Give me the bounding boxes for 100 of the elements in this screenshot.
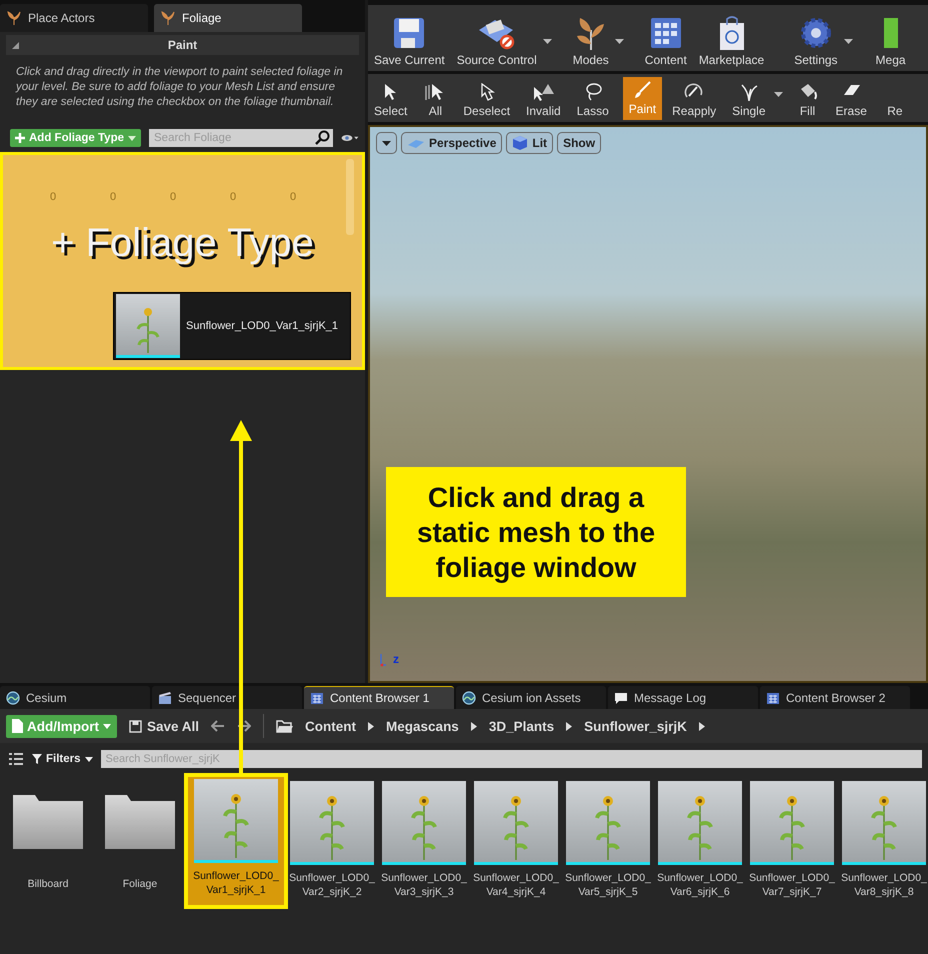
dropdown-caret-icon: [614, 39, 624, 44]
paintbrush-icon: [633, 81, 652, 99]
folder-icon: [276, 720, 294, 732]
axis-label: z: [393, 653, 399, 665]
foliage-count: 0: [108, 191, 118, 203]
asset-tile[interactable]: Foliage: [96, 777, 184, 909]
asset-tile[interactable]: Sunflower_LOD0_Var4_sjrjK_4: [472, 777, 560, 909]
clapperboard-icon: [158, 690, 172, 704]
viewport-button[interactable]: Lit: [506, 132, 554, 154]
asset-tile[interactable]: Sunflower_LOD0_Var6_sjrjK_6: [656, 777, 744, 909]
dropdown-caret-icon: [542, 39, 552, 44]
caret-icon: [84, 756, 93, 762]
panel-tab[interactable]: Sequencer: [152, 686, 302, 709]
funnel-icon: [32, 754, 42, 764]
filters-button[interactable]: Filters: [32, 753, 93, 765]
eye-icon[interactable]: [341, 132, 359, 144]
speech-bubble-icon: [614, 690, 628, 704]
caret-icon: [382, 140, 391, 146]
leaf-icon: [6, 10, 22, 26]
toolbar-button[interactable]: Source Control: [450, 5, 555, 71]
instruction-callout: Click and drag a static mesh to the foliage window: [386, 467, 686, 597]
breadcrumb-arrow-icon[interactable]: [470, 722, 477, 730]
breadcrumb-arrow-icon[interactable]: [368, 722, 374, 730]
foliage-count: 0: [288, 191, 298, 203]
back-arrow-icon[interactable]: [211, 720, 226, 732]
cube-icon: [512, 135, 528, 151]
plus-icon: [15, 133, 25, 143]
panel-tab[interactable]: Content Browser 2: [760, 686, 910, 709]
panel-tab[interactable]: Message Log: [608, 686, 758, 709]
toolbar-button[interactable]: Content: [638, 5, 693, 71]
foliage-count: 0: [168, 191, 178, 203]
asset-tile[interactable]: Sunflower_LOD0_Var5_sjrjK_5: [564, 777, 652, 909]
grid-folder-icon: [766, 690, 780, 704]
section-header[interactable]: Paint: [6, 35, 359, 55]
viewport-options-button[interactable]: [376, 132, 397, 154]
scroll-thumb[interactable]: [346, 159, 354, 235]
lasso-icon: [584, 83, 602, 101]
paint-instructions: Click and drag directly in the viewport to paint selected foliage in your level. Be sure to add foliage to your Mesh List and ensure they are selected using the checkbox on the foliage thumbnail.: [16, 65, 344, 110]
document-icon: [12, 719, 23, 733]
foliage-mode-button[interactable]: Invalid: [520, 74, 567, 122]
toolbar-button[interactable]: Modes: [566, 5, 627, 71]
breadcrumb-link[interactable]: Megascans: [386, 718, 459, 734]
foliage-mode-button[interactable]: Re: [876, 74, 913, 122]
drop-zone-label: + Foliage Type: [50, 221, 315, 266]
asset-name: Sunflower_LOD0_Var7_sjrjK_7: [749, 871, 835, 899]
grass-sprout-icon: [738, 83, 759, 101]
cursor-warning-icon: [532, 83, 554, 101]
search-icon: [313, 129, 333, 147]
breadcrumb-arrow-icon[interactable]: [566, 722, 572, 730]
foliage-mode-button[interactable]: Deselect: [457, 74, 516, 122]
asset-name: Sunflower_LOD0_Var8_sjrjK_8: [841, 871, 927, 899]
breadcrumb-link[interactable]: 3D_Plants: [488, 718, 554, 734]
dropdown-caret-icon: [774, 92, 783, 97]
globe-icon: [6, 690, 20, 704]
toolbar-button[interactable]: Settings: [788, 5, 856, 71]
forward-arrow-icon[interactable]: [237, 720, 252, 732]
panel-tab[interactable]: Place Actors: [0, 4, 148, 32]
terrain-viewport-render[interactable]: Perspective Lit Show Click and drag a static mesh to the foliage window z: [368, 125, 928, 683]
dragged-asset-name: Sunflower_LOD0_Var1_sjrjK_1: [186, 320, 338, 332]
viewport-button[interactable]: Show: [557, 132, 602, 154]
section-title: Paint: [168, 38, 198, 52]
breadcrumb-link[interactable]: Sunflower_sjrjK: [584, 718, 687, 734]
toolbar-button[interactable]: Mega: [870, 5, 912, 71]
save-all-button[interactable]: Save All: [129, 718, 200, 734]
asset-name: Sunflower_LOD0_Var6_sjrjK_6: [657, 871, 743, 899]
grid-folder-icon: [310, 691, 324, 705]
viewport-button[interactable]: Perspective: [401, 132, 502, 154]
toolbar-button[interactable]: Save Current: [368, 5, 451, 71]
caret-icon: [128, 136, 136, 140]
asset-tile[interactable]: Sunflower_LOD0_Var2_sjrjK_2: [288, 777, 376, 909]
breadcrumb-link[interactable]: Content: [305, 718, 356, 734]
asset-tile[interactable]: Billboard: [4, 777, 92, 909]
asset-name: Sunflower_LOD0_Var2_sjrjK_2: [289, 871, 375, 899]
foliage-mode-button[interactable]: Erase: [830, 74, 873, 122]
foliage-mode-button[interactable]: Single: [726, 74, 786, 122]
leaf-icon: [160, 10, 176, 26]
app-tile-icon: [884, 16, 898, 50]
asset-name: Sunflower_LOD0_Var1_sjrjK_1: [193, 869, 279, 897]
asset-tile[interactable]: Sunflower_LOD0_Var8_sjrjK_8: [840, 777, 928, 909]
asset-name: Sunflower_LOD0_Var5_sjrjK_5: [565, 871, 651, 899]
asset-tile[interactable]: Sunflower_LOD0_Var7_sjrjK_7: [748, 777, 836, 909]
panel-tab[interactable]: Cesium: [0, 686, 150, 709]
caret-icon: [103, 724, 111, 728]
foliage-count: 0: [228, 191, 238, 203]
breadcrumb-arrow-icon[interactable]: [698, 722, 705, 730]
asset-name: Sunflower_LOD0_Var4_sjrjK_4: [473, 871, 559, 899]
list-view-icon[interactable]: [8, 752, 24, 766]
foliage-mode-button[interactable]: Select: [368, 74, 414, 122]
panel-tab[interactable]: Cesium ion Assets: [456, 686, 606, 709]
foliage-mode-button[interactable]: Fill: [790, 74, 826, 122]
dropdown-caret-icon: [844, 39, 853, 44]
panel-tab[interactable]: Content Browser 1: [304, 686, 454, 709]
foliage-mode-button[interactable]: All: [417, 74, 454, 122]
panel-tab[interactable]: Foliage: [154, 4, 302, 32]
asset-tile[interactable]: Sunflower_LOD0_Var3_sjrjK_3: [380, 777, 468, 909]
foliage-mode-button[interactable]: Reapply: [666, 74, 722, 122]
toolbar-button[interactable]: Marketplace: [692, 5, 770, 71]
foliage-mode-button[interactable]: Lasso: [570, 74, 615, 122]
asset-tile[interactable]: Sunflower_LOD0_Var1_sjrjK_1: [184, 773, 288, 909]
foliage-drop-zone[interactable]: 0 0 0 0 0 + Foliage Type Sunflower_LOD0_Var1_sjrjK_1: [0, 152, 365, 370]
